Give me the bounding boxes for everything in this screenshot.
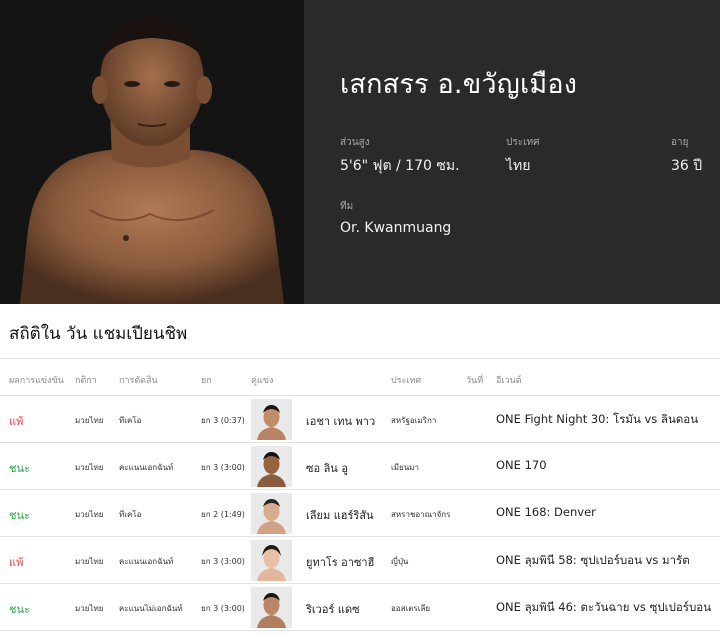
athlete-hero: เสกสรร อ.ขวัญเมือง ส่วนสูง 5'6" ฟุต / 17… bbox=[0, 0, 720, 304]
opponent-avatar[interactable] bbox=[251, 493, 292, 534]
round-cell: ยก 3 (3:00) bbox=[201, 604, 245, 613]
team-value: Or. Kwanmuang bbox=[340, 220, 452, 236]
result-cell: ชนะ bbox=[9, 462, 30, 475]
country-cell: ออสเตรเลีย bbox=[391, 604, 431, 613]
record-table-header: ผลการแข่งขัน กติกา การตัดสิน ยก คู่แข่ง … bbox=[0, 358, 720, 396]
height-value: 5'6" ฟุต / 170 ซม. bbox=[340, 158, 460, 174]
result-cell: แพ้ bbox=[9, 415, 24, 428]
country-cell: สหราชอาณาจักร bbox=[391, 510, 451, 519]
athlete-portrait-image bbox=[0, 0, 304, 304]
opponent-name-link[interactable]: ซอ ลิน อู bbox=[306, 459, 348, 477]
result-cell: ชนะ bbox=[9, 509, 30, 522]
opponent-avatar[interactable] bbox=[251, 540, 292, 581]
method-cell: คะแนนไม่เอกฉันท์ bbox=[119, 604, 183, 613]
athlete-photo bbox=[0, 0, 304, 304]
sport-cell: มวยไทย bbox=[75, 557, 104, 566]
opponent-name-link[interactable]: ยูทาโร อาซาฮี bbox=[306, 553, 374, 571]
round-cell: ยก 2 (1:49) bbox=[201, 510, 245, 519]
column-header-result: ผลการแข่งขัน bbox=[9, 376, 64, 386]
age-value: 36 ปี bbox=[671, 158, 703, 174]
opponent-avatar[interactable] bbox=[251, 446, 292, 487]
opponent-name-link[interactable]: ริเวอร์ แดซ bbox=[306, 600, 360, 618]
sport-cell: มวยไทย bbox=[75, 416, 104, 425]
opponent-avatar[interactable] bbox=[251, 399, 292, 440]
column-header-round: ยก bbox=[201, 376, 212, 386]
country-cell: เมียนมา bbox=[391, 463, 419, 472]
country-cell: ญี่ปุ่น bbox=[391, 557, 409, 566]
opponent-avatar[interactable] bbox=[251, 587, 292, 628]
table-row[interactable]: แพ้ มวยไทย คะแนนเอกฉันท์ ยก 3 (3:00) ยูท… bbox=[0, 537, 720, 584]
method-cell: คะแนนเอกฉันท์ bbox=[119, 463, 174, 472]
age-label: อายุ bbox=[671, 137, 689, 148]
round-cell: ยก 3 (3:00) bbox=[201, 557, 245, 566]
opponent-name-link[interactable]: เอชา เทน พาว bbox=[306, 412, 375, 430]
table-row[interactable]: แพ้ มวยไทย ทีเคโอ ยก 3 (0:37) เอชา เทน พ… bbox=[0, 396, 720, 443]
country-cell: สหรัฐอเมริกา bbox=[391, 416, 437, 425]
method-cell: คะแนนเอกฉันท์ bbox=[119, 557, 174, 566]
round-cell: ยก 3 (3:00) bbox=[201, 463, 245, 472]
column-header-date: วันที่ bbox=[466, 376, 484, 386]
event-link[interactable]: ONE Fight Night 30: โรมัน vs ลินดอน bbox=[496, 411, 698, 429]
table-row[interactable]: ชนะ มวยไทย คะแนนเอกฉันท์ ยก 3 (3:00) ซอ … bbox=[0, 443, 720, 490]
column-header-event: อีเวนต์ bbox=[496, 376, 522, 386]
sport-cell: มวยไทย bbox=[75, 463, 104, 472]
athlete-info-panel: เสกสรร อ.ขวัญเมือง ส่วนสูง 5'6" ฟุต / 17… bbox=[304, 0, 720, 304]
result-cell: ชนะ bbox=[9, 603, 30, 616]
event-link[interactable]: ONE 170 bbox=[496, 458, 547, 472]
sport-cell: มวยไทย bbox=[75, 604, 104, 613]
method-cell: ทีเคโอ bbox=[119, 416, 142, 425]
event-link[interactable]: ONE ลุมพินี 46: ตะวันฉาย vs ซุปเปอร์บอน bbox=[496, 599, 711, 617]
column-header-opponent: คู่แข่ง bbox=[251, 376, 274, 386]
opponent-name-link[interactable]: เลียม แฮร์ริสัน bbox=[306, 506, 374, 524]
column-header-country: ประเทศ bbox=[391, 376, 422, 386]
column-header-method: การตัดสิน bbox=[119, 376, 158, 386]
event-link[interactable]: ONE ลุมพินี 58: ซุปเปอร์บอน vs มารัต bbox=[496, 552, 690, 570]
country-value: ไทย bbox=[506, 158, 531, 174]
team-label: ทีม bbox=[340, 201, 354, 212]
sport-cell: มวยไทย bbox=[75, 510, 104, 519]
table-row[interactable]: ชนะ มวยไทย คะแนนไม่เอกฉันท์ ยก 3 (3:00) … bbox=[0, 584, 720, 631]
round-cell: ยก 3 (0:37) bbox=[201, 416, 245, 425]
event-link[interactable]: ONE 168: Denver bbox=[496, 505, 596, 519]
result-cell: แพ้ bbox=[9, 556, 24, 569]
height-label: ส่วนสูง bbox=[340, 137, 370, 148]
column-header-sport: กติกา bbox=[75, 376, 97, 386]
method-cell: ทีเคโอ bbox=[119, 510, 142, 519]
table-row[interactable]: ชนะ มวยไทย ทีเคโอ ยก 2 (1:49) เลียม แฮร์… bbox=[0, 490, 720, 537]
athlete-name: เสกสรร อ.ขวัญเมือง bbox=[340, 69, 578, 100]
record-section-title: สถิติใน วัน แชมเปียนชิพ bbox=[9, 324, 188, 344]
country-label: ประเทศ bbox=[506, 137, 540, 148]
